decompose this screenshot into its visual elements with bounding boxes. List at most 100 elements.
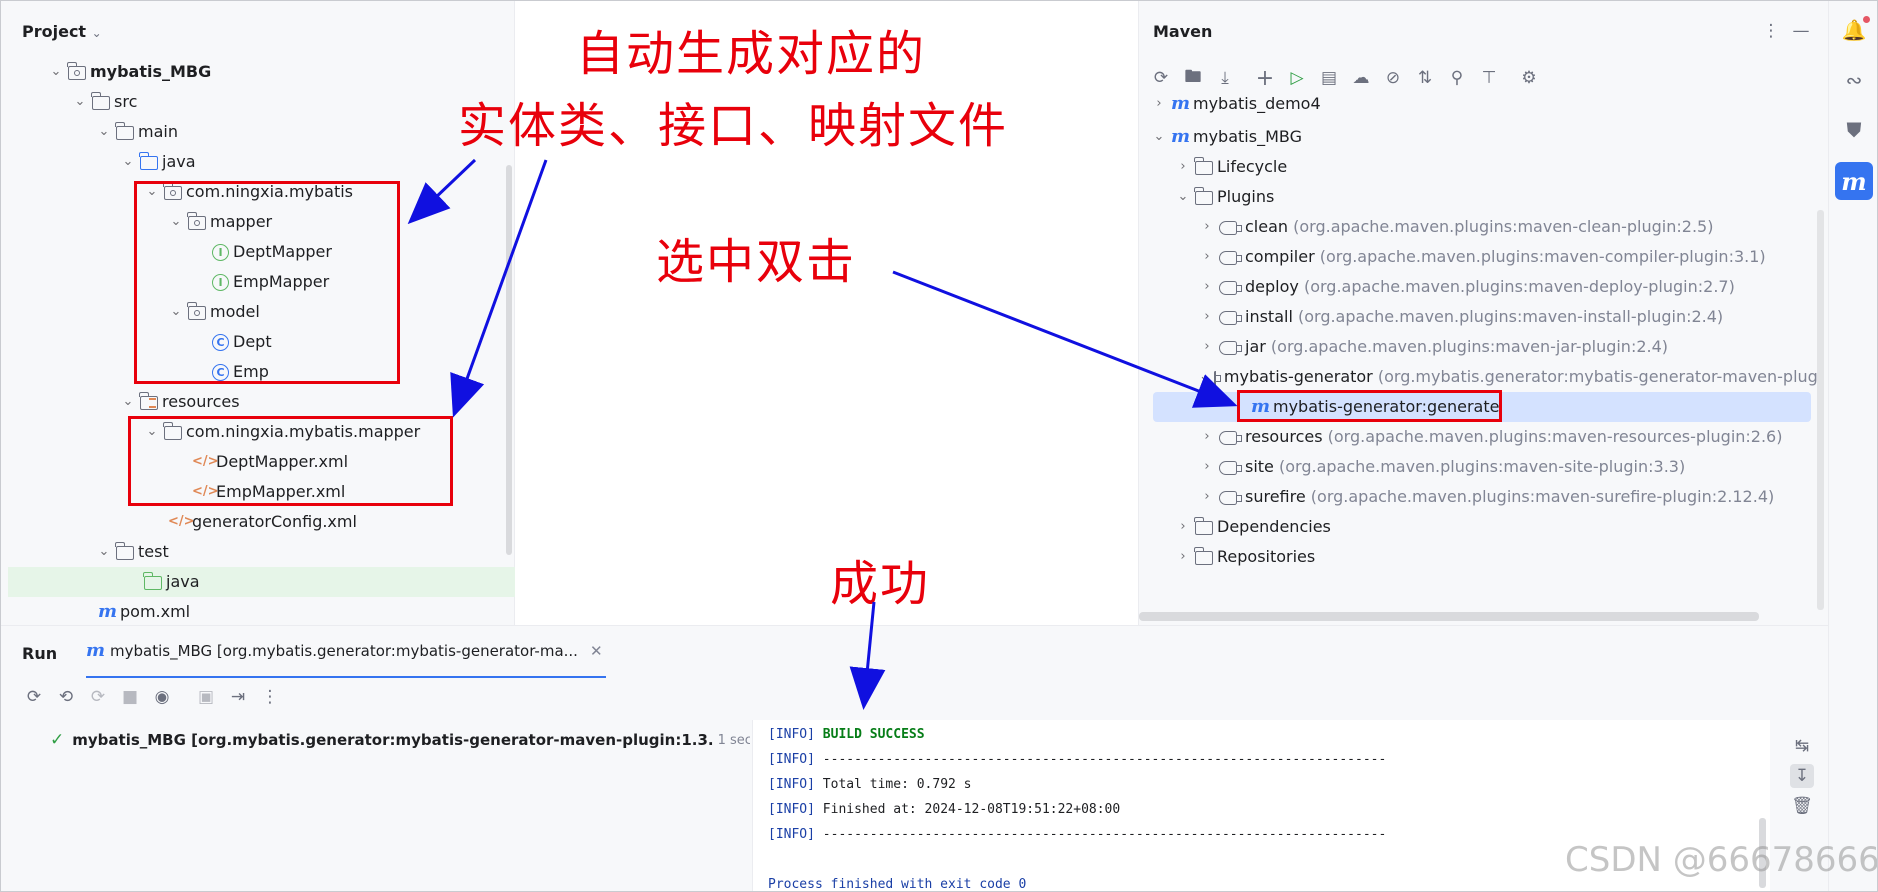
chevron-down-icon: ⌄ [122, 154, 134, 169]
console-line: [INFO] BUILD SUCCESS [768, 727, 925, 742]
maven-repositories[interactable]: › Repositories [1175, 542, 1315, 572]
right-tool-strip: 🔔 ∾ ⛊ m [1828, 0, 1878, 892]
reload-icon[interactable]: ⟳ [1149, 66, 1173, 90]
chevron-right-icon: › [1180, 549, 1186, 564]
chevron-down-icon: ⌄ [98, 544, 110, 559]
run-pane-title: Run [22, 644, 58, 663]
plugins-folder-icon [1194, 187, 1213, 205]
watermark: CSDN @66678666 [1565, 840, 1878, 880]
more-options-icon[interactable]: ⋮ [1759, 19, 1783, 43]
plugin-icon [1219, 221, 1242, 235]
plugin-icon [1219, 491, 1242, 505]
project-scrollbar[interactable] [506, 165, 512, 555]
ai-assistant-icon[interactable]: ∾ [1838, 64, 1870, 96]
clear-trash-icon[interactable]: 🗑 [1790, 794, 1814, 818]
show-dependencies-icon[interactable]: ⊤ [1477, 66, 1501, 90]
plugin-install[interactable]: › install (org.apache.maven.plugins:mave… [1199, 302, 1723, 332]
collapse-icon[interactable]: ⇅ [1413, 66, 1437, 90]
maven-lifecycle[interactable]: › Lifecycle [1175, 152, 1287, 182]
plugin-icon [1219, 311, 1242, 325]
console-line: [INFO] ---------------------------------… [768, 827, 1387, 842]
maven-icon: m [98, 601, 118, 622]
rerun-icon[interactable]: ⟳ [22, 685, 46, 709]
maven-icon: m [86, 640, 106, 661]
maven-plugins[interactable]: ⌄ Plugins [1175, 182, 1274, 212]
settings-gear-icon[interactable]: ⚙ [1517, 66, 1541, 90]
selected-row-highlight [8, 567, 515, 597]
plugin-icon [1219, 251, 1242, 265]
run-tab[interactable]: m mybatis_MBG [org.mybatis.generator:myb… [86, 626, 606, 678]
test-source-folder-icon [143, 572, 162, 590]
tree-item-src[interactable]: ⌄ src [72, 87, 137, 117]
plugin-clean[interactable]: › clean (org.apache.maven.plugins:maven-… [1199, 212, 1713, 242]
project-pane-title[interactable]: Project ⌄ [22, 22, 102, 41]
chevron-right-icon: › [1204, 459, 1210, 474]
chevron-right-icon: › [1204, 489, 1210, 504]
tree-item-mybatis-mbg[interactable]: ⌄ mybatis_MBG [48, 57, 211, 87]
maven-icon: m [1171, 93, 1191, 114]
stop-icon[interactable]: ■ [118, 685, 142, 709]
run-result-row[interactable]: ✓ mybatis_MBG [org.mybatis.generator:myb… [50, 730, 750, 750]
xml-file-icon: </> [168, 514, 195, 529]
plugin-icon [1219, 461, 1242, 475]
restart-icon[interactable]: ⟳ [86, 685, 110, 709]
maven-vertical-scrollbar[interactable] [1817, 210, 1824, 610]
rerun-failed-icon[interactable]: ⟲ [54, 685, 78, 709]
plugin-compiler[interactable]: › compiler (org.apache.maven.plugins:mav… [1199, 242, 1765, 272]
annotation-generate-line2: 实体类、接口、映射文件 [458, 98, 1009, 154]
tree-item-pom-xml[interactable]: m pom.xml [94, 597, 190, 627]
close-tab-icon[interactable]: ✕ [590, 642, 603, 660]
plugin-deploy[interactable]: › deploy (org.apache.maven.plugins:maven… [1199, 272, 1734, 302]
console-line: Process finished with exit code 0 [768, 877, 1027, 892]
run-config-icon[interactable]: ▤ [1317, 66, 1341, 90]
folder-icon [91, 92, 110, 110]
chevron-down-icon: ⌄ [91, 26, 102, 40]
database-icon[interactable]: ⛊ [1838, 114, 1870, 146]
add-icon[interactable]: + [1253, 66, 1277, 91]
chevron-right-icon: › [1204, 429, 1210, 444]
skip-tests-icon[interactable]: ⊘ [1381, 66, 1405, 90]
tree-item-test[interactable]: ⌄ test [96, 537, 169, 567]
chevron-right-icon: › [1156, 96, 1162, 111]
maven-project-mbg[interactable]: ⌄ m mybatis_MBG [1151, 122, 1302, 152]
more-options-icon[interactable]: ⋮ [258, 685, 282, 709]
chevron-down-icon: ⌄ [1199, 369, 1210, 384]
tree-item-resources[interactable]: ⌄ resources [120, 387, 240, 417]
maven-dependencies[interactable]: › Dependencies [1175, 512, 1331, 542]
chevron-down-icon: ⌄ [1153, 129, 1165, 144]
folder-icon [115, 542, 134, 560]
maven-pane: Maven ⋮ — ⟳ 🖿 ⤓ + ▷ ▤ ☁ ⊘ ⇅ ⚲ ⊤ ⚙ › m my… [1138, 0, 1828, 625]
notification-dot [1863, 16, 1870, 23]
scroll-to-end-icon[interactable]: ↧ [1790, 764, 1814, 788]
download-icon[interactable]: ⤓ [1213, 66, 1237, 90]
plugin-surefire[interactable]: › surefire (org.apache.maven.plugins:mav… [1199, 482, 1774, 512]
plugin-site[interactable]: › site (org.apache.maven.plugins:maven-s… [1199, 452, 1685, 482]
camera-icon[interactable]: ▣ [194, 685, 218, 709]
maven-horizontal-scrollbar[interactable] [1139, 612, 1759, 621]
offline-icon[interactable]: ☁ [1349, 66, 1373, 90]
annotation-generate-line1: 自动生成对应的 [576, 26, 927, 82]
reload-folder-icon[interactable]: 🖿 [1181, 66, 1205, 90]
soft-wrap-icon[interactable]: ↹ [1790, 734, 1814, 758]
maven-pane-title: Maven [1153, 22, 1213, 41]
maven-tool-icon[interactable]: m [1835, 162, 1873, 200]
analyze-icon[interactable]: ⚲ [1445, 66, 1469, 90]
tree-item-main[interactable]: ⌄ main [96, 117, 178, 147]
plugin-mybatis-generator[interactable]: ⌄ mybatis-generator (org.mybatis.generat… [1199, 362, 1819, 392]
plugin-resources[interactable]: › resources (org.apache.maven.plugins:ma… [1199, 422, 1782, 452]
chevron-right-icon: › [1204, 279, 1210, 294]
chevron-down-icon: ⌄ [98, 124, 110, 139]
export-icon[interactable]: ⇥ [226, 685, 250, 709]
chevron-right-icon: › [1204, 309, 1210, 324]
run-icon[interactable]: ▷ [1285, 66, 1309, 90]
maven-project-demo4[interactable]: › m mybatis_demo4 [1151, 92, 1320, 116]
tree-item-test-java[interactable]: java [140, 567, 200, 597]
plugin-icon [1219, 341, 1242, 355]
minimize-icon[interactable]: — [1789, 19, 1813, 43]
plugin-icon [1219, 281, 1242, 295]
tree-item-generatorconfig-xml[interactable]: </> generatorConfig.xml [164, 507, 357, 537]
tree-item-java[interactable]: ⌄ java [120, 147, 196, 177]
chevron-down-icon: ⌄ [74, 94, 86, 109]
plugin-jar[interactable]: › jar (org.apache.maven.plugins:maven-ja… [1199, 332, 1668, 362]
eye-icon[interactable]: ◉ [150, 685, 174, 709]
